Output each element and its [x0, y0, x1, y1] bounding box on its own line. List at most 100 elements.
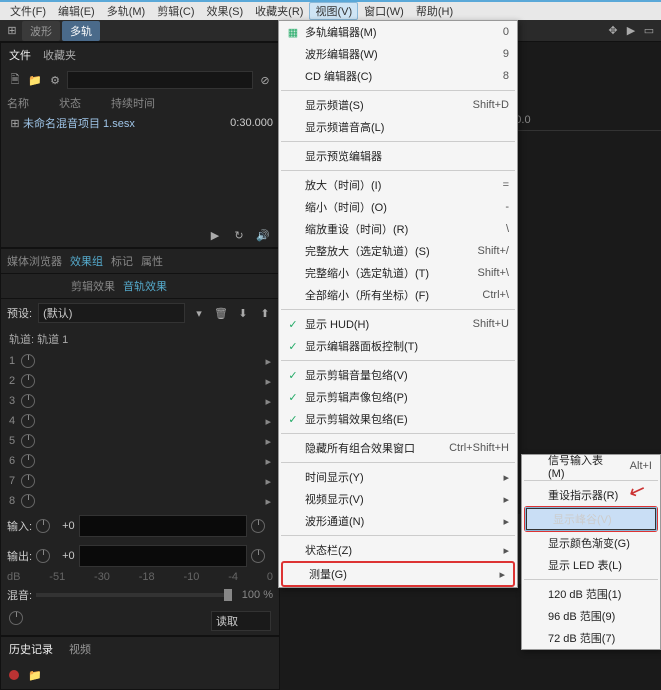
menu-item[interactable]: 完整缩小（选定轨道）(T)Shift+\ — [279, 262, 517, 284]
submenu-item[interactable]: 120 dB 范围(1) — [522, 583, 660, 605]
menu-item[interactable]: CD 编辑器(C)8 — [279, 65, 517, 87]
col-duration[interactable]: 持续时间 — [111, 95, 155, 111]
move-tool-icon[interactable]: ✥ — [605, 23, 621, 39]
menu-item[interactable]: 显示预览编辑器 — [279, 145, 517, 167]
tab-track-fx[interactable]: 音轨效果 — [123, 278, 167, 294]
cursor-tool-icon[interactable]: ▶ — [623, 23, 639, 39]
col-status[interactable]: 状态 — [59, 95, 81, 111]
tab-effects-rack[interactable]: 效果组 — [70, 253, 103, 269]
record-icon[interactable]: ⚙ — [47, 72, 63, 88]
input-pan-knob[interactable] — [251, 519, 265, 533]
menu-item[interactable]: 全部缩小（所有坐标）(F)Ctrl+\ — [279, 284, 517, 306]
file-row[interactable]: ⊞ 未命名混音项目 1.sesx 0:30.000 — [1, 113, 279, 133]
tab-markers[interactable]: 标记 — [111, 253, 133, 269]
save-preset-icon[interactable]: ▾ — [191, 305, 207, 321]
fx-slot-7-power[interactable] — [21, 474, 35, 488]
input-knob[interactable] — [36, 519, 50, 533]
submenu-item[interactable]: 显示颜色渐变(G) — [522, 532, 660, 554]
menu-item[interactable]: ✓显示剪辑音量包络(V) — [279, 364, 517, 386]
play-icon[interactable]: ▶ — [207, 227, 223, 243]
menu-item[interactable]: 显示频谱(S)Shift+D — [279, 94, 517, 116]
fx-slot-8-expand[interactable]: ▸ — [265, 495, 271, 508]
fx-slot-4-power[interactable] — [21, 414, 35, 428]
output-knob[interactable] — [36, 549, 50, 563]
menu-effect[interactable]: 效果(S) — [201, 2, 250, 20]
menu-item[interactable]: 测量(G) — [283, 563, 513, 585]
menu-item[interactable]: ✓显示剪辑声像包络(P) — [279, 386, 517, 408]
menu-view[interactable]: 视图(V) — [309, 2, 358, 20]
menu-item[interactable]: 波形通道(N) — [279, 510, 517, 532]
tab-history[interactable]: 历史记录 — [9, 641, 53, 657]
volume-icon[interactable]: 🔊 — [255, 227, 271, 243]
fx-slot-3-expand[interactable]: ▸ — [265, 395, 271, 408]
menu-file[interactable]: 文件(F) — [4, 2, 52, 20]
output-meter — [79, 545, 247, 567]
loop-icon[interactable]: ↻ — [231, 227, 247, 243]
submenu-item[interactable]: 显示 LED 表(L) — [522, 554, 660, 576]
submenu-item[interactable]: 显示峰谷(V) — [526, 508, 656, 530]
submenu-item[interactable]: 信号输入表(M)Alt+I — [522, 455, 660, 477]
fx-slot-7-expand[interactable]: ▸ — [265, 475, 271, 488]
menu-window[interactable]: 窗口(W) — [358, 2, 410, 20]
tab-multitrack[interactable]: 多轨 — [62, 21, 100, 41]
marquee-tool-icon[interactable]: ▭ — [641, 23, 657, 39]
menu-item[interactable]: ▦多轨编辑器(M)0 — [279, 21, 517, 43]
menu-item[interactable]: ✓显示剪辑效果包络(E) — [279, 408, 517, 430]
tab-media-browser[interactable]: 媒体浏览器 — [7, 253, 62, 269]
file-columns: 名称 状态 持续时间 — [1, 93, 279, 113]
waveform-icon[interactable]: ⊞ — [4, 23, 20, 39]
tab-favorites[interactable]: 收藏夹 — [43, 47, 76, 63]
submenu-item[interactable]: 72 dB 范围(7) — [522, 627, 660, 649]
tab-waveform[interactable]: 波形 — [22, 21, 60, 41]
download-icon[interactable]: ⬇ — [235, 305, 251, 321]
preset-select[interactable]: (默认) — [38, 303, 185, 323]
power-toggle[interactable] — [9, 611, 23, 625]
fx-slot-3-power[interactable] — [21, 394, 35, 408]
tab-files[interactable]: 文件 — [9, 47, 31, 63]
menu-item[interactable]: 完整放大（选定轨道）(S)Shift+/ — [279, 240, 517, 262]
submenu-item[interactable]: 96 dB 范围(9) — [522, 605, 660, 627]
menu-item[interactable]: 视频显示(V) — [279, 488, 517, 510]
input-meter — [79, 515, 247, 537]
fx-slot-5-power[interactable] — [21, 434, 35, 448]
open-file-icon[interactable]: 📁 — [27, 72, 43, 88]
menu-item[interactable]: 状态栏(Z) — [279, 539, 517, 561]
col-name[interactable]: 名称 — [7, 95, 29, 111]
tab-video[interactable]: 视频 — [69, 641, 91, 657]
menu-clip[interactable]: 剪辑(C) — [151, 2, 200, 20]
menu-item[interactable]: 缩放重设（时间）(R)\ — [279, 218, 517, 240]
menu-multi[interactable]: 多轨(M) — [101, 2, 152, 20]
fx-slot-6-expand[interactable]: ▸ — [265, 455, 271, 468]
file-duration: 0:30.000 — [230, 117, 273, 129]
search-input[interactable] — [67, 71, 253, 89]
menu-edit[interactable]: 编辑(E) — [52, 2, 101, 20]
menu-help[interactable]: 帮助(H) — [410, 2, 459, 20]
menu-item[interactable]: 放大（时间）(I)= — [279, 174, 517, 196]
mix-slider[interactable] — [36, 593, 232, 597]
menu-item[interactable]: ✓显示编辑器面板控制(T) — [279, 335, 517, 357]
fx-slot-6-power[interactable] — [21, 454, 35, 468]
menu-item[interactable]: 时间显示(Y) — [279, 466, 517, 488]
history-open-icon[interactable]: 📁 — [27, 667, 43, 683]
tab-properties[interactable]: 属性 — [141, 253, 163, 269]
fx-slot-4-expand[interactable]: ▸ — [265, 415, 271, 428]
menu-item[interactable]: 波形编辑器(W)9 — [279, 43, 517, 65]
upload-icon[interactable]: ⬆ — [257, 305, 273, 321]
menu-item[interactable]: 缩小（时间）(O)- — [279, 196, 517, 218]
new-file-icon[interactable]: 🗎 — [7, 72, 23, 88]
read-mode-select[interactable]: 读取 — [211, 611, 271, 631]
fx-slot-1-expand[interactable]: ▸ — [265, 355, 271, 368]
menu-item[interactable]: 显示频谱音高(L) — [279, 116, 517, 138]
tab-clip-fx[interactable]: 剪辑效果 — [71, 278, 115, 294]
output-pan-knob[interactable] — [251, 549, 265, 563]
fx-slot-2-expand[interactable]: ▸ — [265, 375, 271, 388]
fx-slot-1-power[interactable] — [21, 354, 35, 368]
fx-slot-8-power[interactable] — [21, 494, 35, 508]
fx-slot-2-power[interactable] — [21, 374, 35, 388]
menu-item[interactable]: ✓显示 HUD(H)Shift+U — [279, 313, 517, 335]
delete-preset-icon[interactable]: 🗑 — [213, 305, 229, 321]
clear-icon[interactable]: ⊘ — [257, 72, 273, 88]
menu-item[interactable]: 隐藏所有组合效果窗口Ctrl+Shift+H — [279, 437, 517, 459]
fx-slot-5-expand[interactable]: ▸ — [265, 435, 271, 448]
menu-fav[interactable]: 收藏夹(R) — [249, 2, 309, 20]
